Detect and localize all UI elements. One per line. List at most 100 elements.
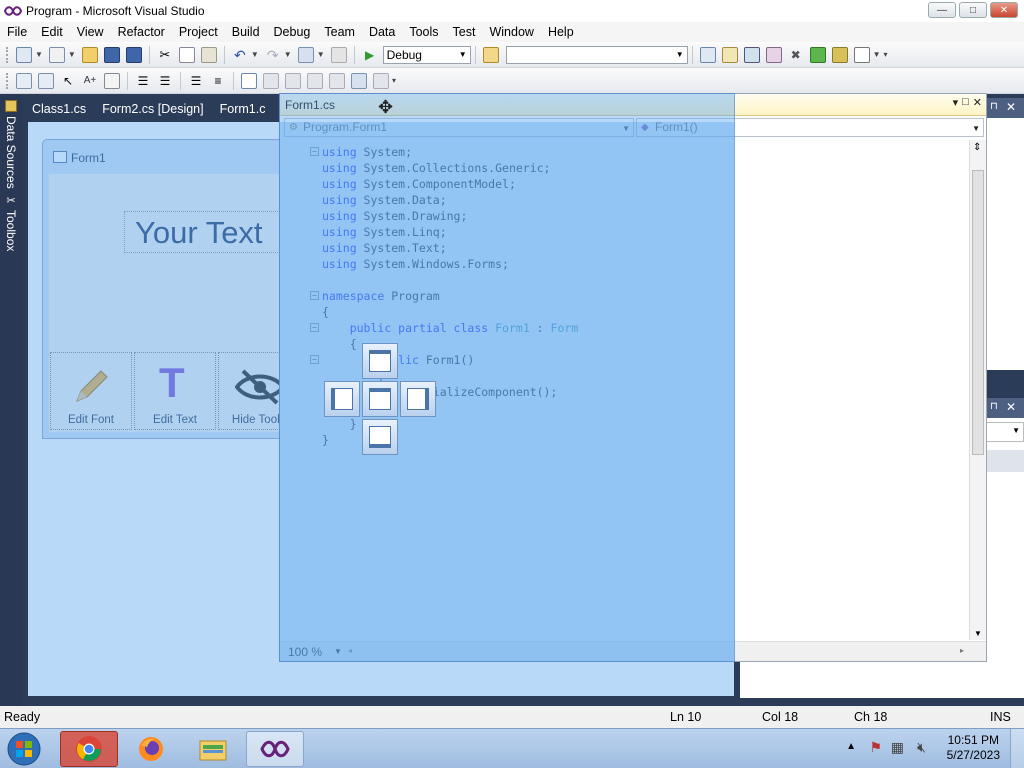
network-icon[interactable]: ▦: [891, 739, 904, 756]
menu-tools[interactable]: Tools: [402, 25, 445, 39]
indent-icon[interactable]: ☰: [135, 73, 151, 89]
dock-guide[interactable]: [324, 343, 438, 457]
pin-icon[interactable]: ⊓: [990, 101, 998, 112]
save-all-icon[interactable]: [125, 46, 142, 63]
comment-icon[interactable]: ☰: [188, 73, 204, 89]
new-project-icon[interactable]: [16, 46, 32, 63]
action-center-icon[interactable]: ⚑: [869, 739, 882, 756]
navigate-forward-icon[interactable]: [330, 46, 347, 63]
object-browser-icon[interactable]: [743, 46, 760, 63]
toolbox-tab[interactable]: ✂ Toolbox: [2, 194, 20, 251]
menu-test[interactable]: Test: [446, 25, 483, 39]
tab-form2-design[interactable]: Form2.cs [Design]: [94, 98, 211, 122]
toolbar-overflow-icon[interactable]: ▾: [392, 76, 396, 85]
clear-bookmarks-icon[interactable]: [373, 72, 389, 89]
show-desktop-button[interactable]: [1010, 729, 1024, 768]
solution-explorer-icon[interactable]: [699, 46, 716, 63]
align-to-grid-icon[interactable]: [16, 72, 32, 89]
close-icon[interactable]: ✕: [1006, 100, 1016, 114]
close-icon[interactable]: ✕: [1006, 400, 1016, 414]
toolbox-icon[interactable]: [765, 46, 782, 63]
find-in-files-icon[interactable]: [482, 46, 499, 63]
align-lefts-icon[interactable]: [38, 72, 54, 89]
menu-data[interactable]: Data: [362, 25, 402, 39]
format-icon[interactable]: [104, 72, 120, 89]
undo-icon[interactable]: ↶: [232, 47, 248, 63]
outdent-icon[interactable]: ☰: [157, 73, 173, 89]
prev-bookmark-folder-icon[interactable]: [307, 72, 323, 89]
menu-file[interactable]: File: [0, 25, 34, 39]
chevron-down-icon[interactable]: ▼: [284, 50, 292, 59]
navigate-backward-icon[interactable]: [297, 46, 314, 63]
next-bookmark-folder-icon[interactable]: [329, 72, 345, 89]
command-window-icon[interactable]: [853, 46, 870, 63]
taskbar-chrome[interactable]: [60, 731, 118, 767]
bookmark-icon[interactable]: [241, 72, 257, 89]
minimize-button[interactable]: —: [928, 2, 956, 18]
show-hidden-icons-icon[interactable]: ▲: [846, 741, 856, 752]
taskbar-file-explorer[interactable]: [184, 731, 242, 767]
pointer-icon[interactable]: ↖: [60, 73, 76, 89]
scroll-down-icon[interactable]: ▼: [974, 629, 982, 638]
menu-team[interactable]: Team: [317, 25, 362, 39]
uncomment-icon[interactable]: ≡: [210, 73, 226, 89]
solution-configuration-combo[interactable]: Debug ▼: [382, 45, 471, 64]
chevron-down-icon[interactable]: ▼: [68, 50, 76, 59]
next-bookmark-doc-icon[interactable]: [351, 72, 367, 89]
tab-class1-cs[interactable]: Class1.cs: [24, 98, 94, 122]
scroll-thumb[interactable]: [972, 170, 984, 455]
menu-window[interactable]: Window: [482, 25, 540, 39]
menu-edit[interactable]: Edit: [34, 25, 70, 39]
next-bookmark-icon[interactable]: [285, 72, 301, 89]
menu-refactor[interactable]: Refactor: [111, 25, 172, 39]
dock-center-target[interactable]: [362, 381, 398, 417]
dock-top-target[interactable]: [362, 343, 398, 379]
chevron-down-icon[interactable]: ▼: [35, 50, 43, 59]
tools-icon[interactable]: ✖: [788, 47, 804, 63]
menu-view[interactable]: View: [70, 25, 111, 39]
prev-bookmark-icon[interactable]: [263, 72, 279, 89]
system-clock[interactable]: 10:51 PM 5/27/2023: [947, 733, 1000, 763]
dock-left-target[interactable]: [324, 381, 360, 417]
split-icon[interactable]: ⇕: [973, 142, 981, 153]
toolbar-grip[interactable]: [6, 72, 9, 89]
find-combo[interactable]: ▼: [505, 45, 688, 64]
add-item-icon[interactable]: [48, 46, 65, 63]
volume-muted-icon[interactable]: 🔇︎: [917, 739, 926, 756]
properties-window-icon[interactable]: [721, 46, 738, 63]
copy-icon[interactable]: [178, 46, 195, 63]
maximize-icon[interactable]: □: [962, 96, 969, 109]
taskbar-visual-studio[interactable]: [246, 731, 304, 767]
menu-help[interactable]: Help: [541, 25, 581, 39]
start-button[interactable]: [4, 731, 44, 767]
chevron-down-icon[interactable]: ▼: [873, 50, 881, 59]
open-folder-icon[interactable]: [81, 46, 98, 63]
window-position-icon[interactable]: ▾: [953, 96, 959, 109]
extension-manager-icon[interactable]: [831, 46, 848, 63]
dock-right-target[interactable]: [400, 381, 436, 417]
cut-icon[interactable]: ✂: [157, 47, 173, 63]
tab-form1-cs[interactable]: Form1.c: [212, 98, 274, 122]
paste-icon[interactable]: [200, 46, 217, 63]
maximize-button[interactable]: □: [959, 2, 987, 18]
pin-icon[interactable]: ⊓: [990, 401, 998, 412]
close-button[interactable]: ✕: [990, 2, 1018, 18]
start-page-icon[interactable]: [809, 46, 826, 63]
menu-build[interactable]: Build: [225, 25, 267, 39]
data-sources-tab[interactable]: Data Sources: [2, 100, 20, 189]
start-debugging-icon[interactable]: ▶: [362, 47, 378, 63]
dock-bottom-target[interactable]: [362, 419, 398, 455]
taskbar-firefox[interactable]: [122, 731, 180, 767]
font-size-icon[interactable]: A+: [82, 73, 98, 89]
close-icon[interactable]: ✕: [973, 96, 982, 109]
menu-project[interactable]: Project: [172, 25, 225, 39]
chevron-down-icon[interactable]: ▼: [251, 50, 259, 59]
menu-debug[interactable]: Debug: [267, 25, 318, 39]
vertical-scrollbar[interactable]: ⇕ ▼: [969, 140, 986, 640]
save-icon[interactable]: [103, 46, 120, 63]
scroll-right-icon[interactable]: ▸: [960, 646, 964, 655]
toolbar-overflow-icon[interactable]: ▾: [884, 50, 888, 59]
chevron-down-icon[interactable]: ▼: [317, 50, 325, 59]
redo-icon[interactable]: ↷: [265, 47, 281, 63]
toolbar-grip[interactable]: [6, 46, 9, 63]
